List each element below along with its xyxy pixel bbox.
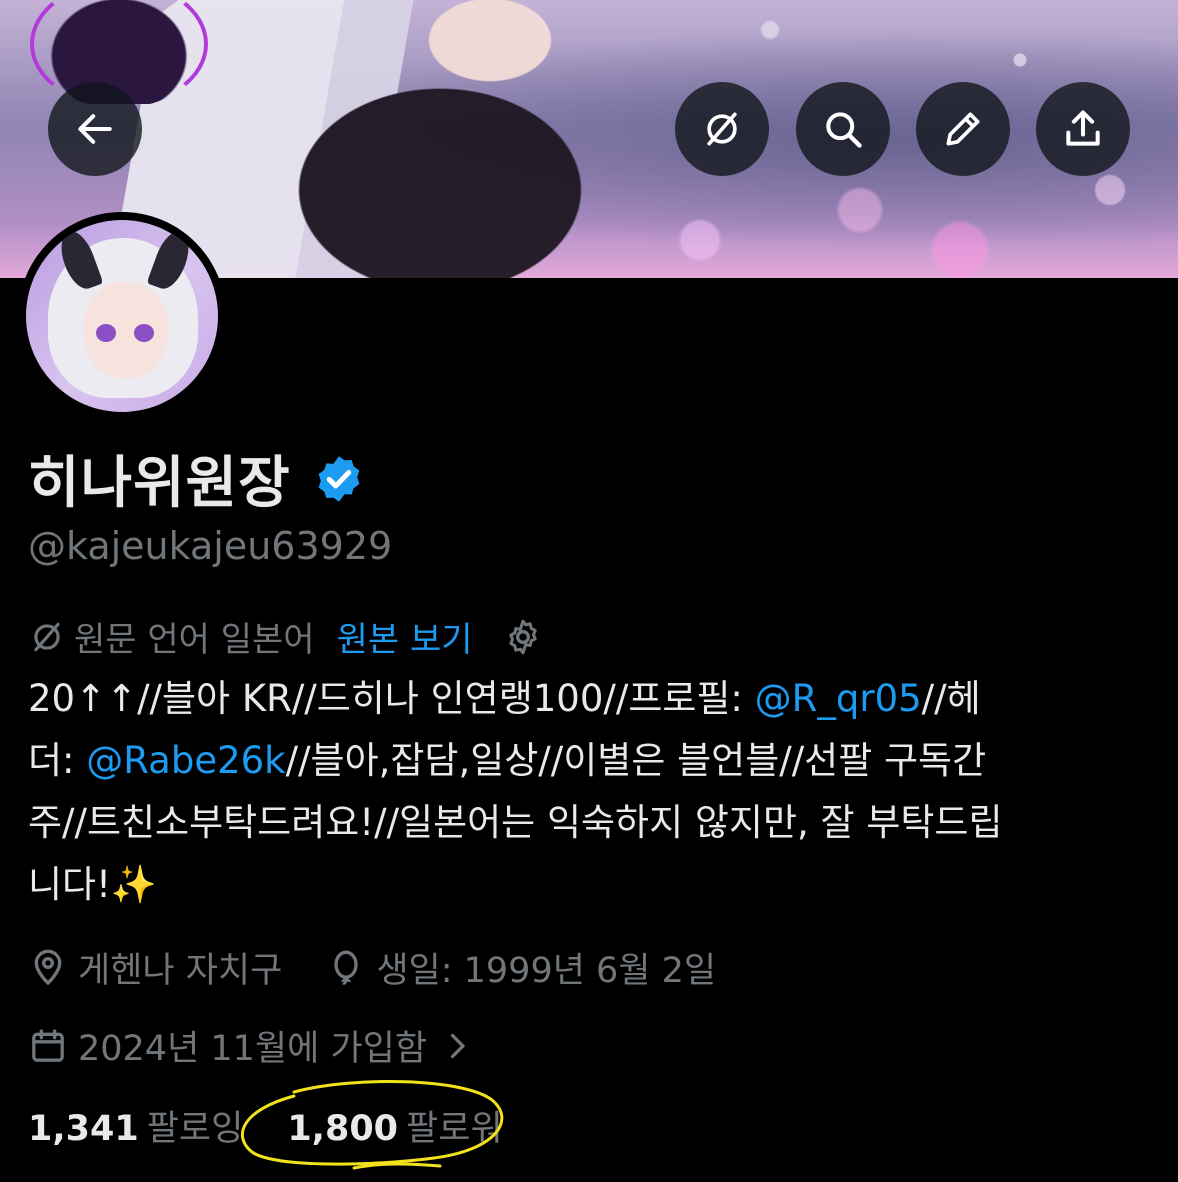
bio-text: 니다! — [28, 863, 111, 906]
bio-line: 주//트친소부탁드려요!//일본어는 익숙하지 않지만, 잘 부탁드립 — [28, 801, 1003, 844]
gear-icon[interactable] — [503, 617, 543, 657]
followers-link[interactable]: 1,800 팔로워 — [287, 1100, 502, 1151]
back-button[interactable] — [48, 82, 142, 176]
bio-text: 20↑↑//블아 KR//드히나 인연랭100//프로필: — [28, 677, 755, 720]
translate-icon — [707, 112, 737, 146]
profile-display-name-row: 히나위원장 — [28, 438, 365, 519]
search-icon — [826, 112, 862, 148]
bio-mention-link[interactable]: @Rabe26k — [86, 739, 285, 782]
edit-pencil-icon — [946, 112, 980, 146]
avatar-image — [26, 220, 218, 412]
follow-stats: 1,341 팔로잉 1,800 팔로워 — [28, 1100, 503, 1151]
share-icon — [1066, 110, 1100, 146]
share-button[interactable] — [1036, 82, 1130, 176]
source-language-text: 원문 언어 일본어 — [74, 620, 315, 660]
followers-count: 1,800 — [287, 1109, 399, 1149]
profile-handle: @kajeukajeu63929 — [28, 524, 393, 568]
sparkles-emoji: ✨ — [110, 863, 157, 906]
bio-mention-link[interactable]: @R_qr05 — [755, 677, 922, 720]
bio-line: 니다!✨ — [28, 854, 1158, 916]
edit-button[interactable] — [916, 82, 1010, 176]
translate-toggle-button[interactable] — [675, 82, 769, 176]
location-pin-icon — [34, 949, 62, 985]
verified-badge-icon[interactable] — [313, 453, 365, 505]
balloon-icon — [334, 950, 358, 985]
profile-joined-date: 2024년 11월에 가입함 — [78, 1029, 428, 1069]
display-name: 히나위원장 — [28, 451, 291, 516]
avatar[interactable] — [18, 212, 226, 420]
profile-bio: 20↑↑//블아 KR//드히나 인연랭100//프로필: @R_qr05//헤… — [28, 668, 1158, 916]
bio-text: //블아,잡담,일상//이별은 블언블//선팔 구독간 — [285, 739, 987, 782]
search-button[interactable] — [796, 82, 890, 176]
bio-translation-row: 원문 언어 일본어 원본 보기 — [28, 612, 543, 661]
view-original-link[interactable]: 원본 보기 — [337, 612, 473, 661]
followers-label: 팔로워 — [406, 1109, 503, 1149]
chevron-right-icon — [450, 1033, 465, 1058]
profile-birthday: 생일: 1999년 6월 2일 — [376, 951, 717, 991]
following-link[interactable]: 1,341 팔로잉 — [28, 1100, 243, 1151]
calendar-icon — [32, 1028, 64, 1062]
translate-icon — [34, 622, 60, 651]
bio-line: 더: @Rabe26k//블아,잡담,일상//이별은 블언블//선팔 구독간 — [28, 730, 1158, 792]
bio-line: 20↑↑//블아 KR//드히나 인연랭100//프로필: @R_qr05//헤 — [28, 668, 1158, 730]
profile-location: 게헨나 자치구 — [78, 951, 283, 991]
back-arrow-icon — [78, 114, 112, 144]
following-label: 팔로잉 — [146, 1109, 244, 1149]
following-count: 1,341 — [28, 1109, 139, 1149]
bio-text: 더: — [28, 739, 87, 782]
profile-meta-row: 게헨나 자치구 생일: 1999년 6월 2일 — [28, 942, 716, 993]
bio-text: //헤 — [921, 677, 981, 720]
joined-date-row[interactable]: 2024년 11월에 가입함 — [28, 1020, 485, 1071]
